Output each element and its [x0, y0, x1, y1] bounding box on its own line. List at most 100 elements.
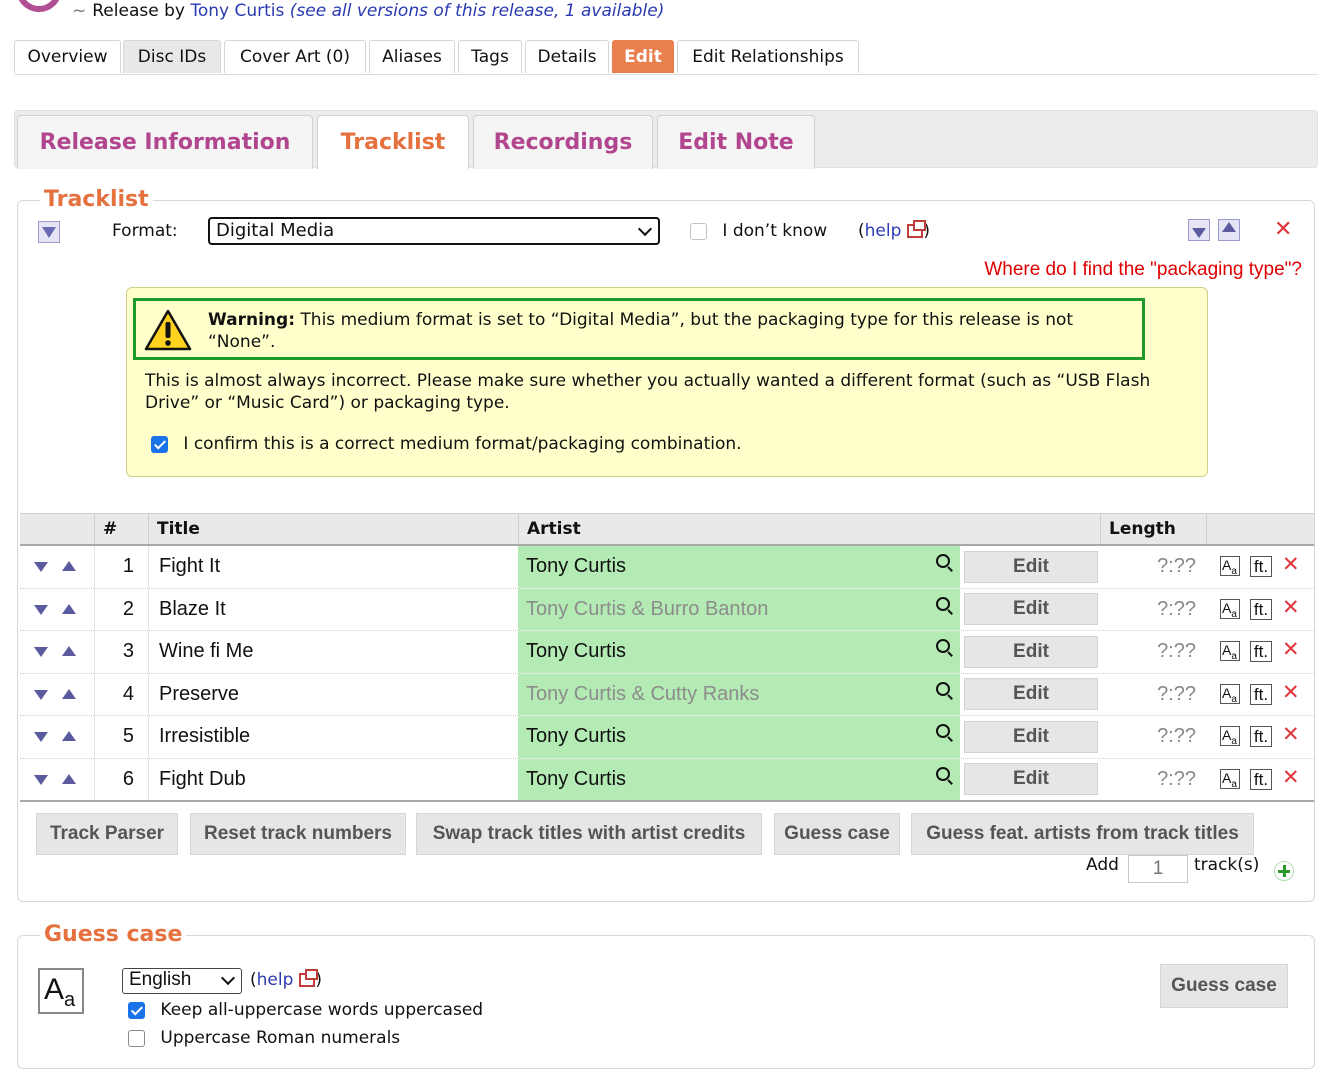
edit-artist-button[interactable]: Edit [964, 720, 1098, 753]
tab-cover-art[interactable]: Cover Art (0) [224, 40, 366, 73]
track-number[interactable]: 5 [94, 716, 148, 758]
language-select[interactable]: English [122, 968, 242, 994]
guess-feat-icon[interactable]: ft. [1250, 598, 1272, 620]
track-number[interactable]: 2 [94, 588, 148, 630]
confirm-checkbox[interactable] [151, 435, 168, 453]
reset-track-numbers-button[interactable]: Reset track numbers [190, 813, 406, 855]
tab-overview[interactable]: Overview [14, 40, 121, 73]
dont-know-option[interactable]: I don’t know [690, 221, 827, 241]
format-help-link[interactable]: help [865, 221, 902, 241]
tab-edit[interactable]: Edit [612, 40, 674, 73]
dont-know-checkbox[interactable] [690, 222, 707, 240]
track-title-input[interactable]: Preserve [148, 673, 518, 715]
move-track-down-icon[interactable] [34, 604, 48, 615]
edit-artist-button[interactable]: Edit [964, 678, 1098, 711]
move-track-up-icon[interactable] [62, 688, 76, 699]
move-track-up-icon[interactable] [62, 731, 76, 741]
search-icon[interactable] [936, 681, 950, 696]
uppercase-roman-checkbox[interactable] [128, 1029, 145, 1047]
move-medium-down-icon[interactable] [1188, 219, 1210, 241]
tab-details[interactable]: Details [525, 40, 609, 73]
guess-case-icon[interactable]: Aa [1220, 768, 1240, 789]
move-track-down-icon[interactable] [34, 562, 48, 572]
move-track-down-icon[interactable] [34, 732, 48, 742]
tab-release-information[interactable]: Release Information [17, 115, 313, 169]
guess-case-icon[interactable]: Aa [1220, 556, 1240, 577]
move-track-up-icon[interactable] [62, 603, 76, 614]
tab-disc-ids[interactable]: Disc IDs [123, 40, 221, 73]
edit-artist-button[interactable]: Edit [964, 763, 1098, 796]
guess-case-submit-button[interactable]: Guess case [1160, 964, 1288, 1008]
track-length-input[interactable]: ?:?? [1100, 674, 1206, 716]
track-number[interactable]: 4 [94, 673, 148, 715]
track-title-input[interactable]: Wine fi Me [148, 631, 518, 673]
tab-edit-note[interactable]: Edit Note [657, 115, 815, 169]
keep-uppercase-option[interactable]: Keep all-uppercase words uppercased [128, 1000, 483, 1020]
add-tracks-count-input[interactable]: 1 [1128, 855, 1188, 883]
add-tracks-icon[interactable] [1274, 861, 1294, 881]
guess-case-button[interactable]: Guess case [774, 813, 900, 855]
packaging-type-link[interactable]: Where do I find the "packaging type"? [984, 259, 1302, 281]
edit-artist-button[interactable]: Edit [964, 550, 1098, 583]
move-track-up-icon[interactable] [62, 561, 76, 571]
track-number[interactable]: 1 [94, 546, 148, 588]
guess-case-icon[interactable]: Aa [1220, 598, 1240, 619]
edit-artist-button[interactable]: Edit [964, 635, 1098, 668]
guess-case-icon[interactable]: Aa [1220, 641, 1240, 662]
remove-track-icon[interactable]: ✕ [1282, 595, 1300, 619]
guess-case-help-link[interactable]: help [257, 970, 294, 990]
guess-feat-icon[interactable]: ft. [1250, 556, 1272, 577]
track-number[interactable]: 6 [94, 758, 148, 800]
track-artist-input[interactable]: Tony Curtis & Burro Banton [518, 588, 960, 630]
track-length-input[interactable]: ?:?? [1100, 631, 1206, 673]
guess-feat-artists-button[interactable]: Guess feat. artists from track titles [911, 813, 1254, 855]
move-track-up-icon[interactable] [62, 646, 76, 656]
search-icon[interactable] [936, 554, 950, 568]
tab-tags[interactable]: Tags [458, 40, 522, 73]
swap-titles-button[interactable]: Swap track titles with artist credits [416, 813, 762, 855]
move-track-down-icon[interactable] [34, 647, 48, 657]
musicbrainz-logo-icon[interactable] [16, 0, 62, 12]
track-parser-button[interactable]: Track Parser [36, 813, 178, 855]
search-icon[interactable] [936, 596, 950, 611]
move-track-down-icon[interactable] [34, 689, 48, 700]
guess-feat-icon[interactable]: ft. [1250, 726, 1272, 747]
search-icon[interactable] [936, 639, 950, 653]
format-select[interactable]: Digital Media [208, 217, 660, 245]
remove-track-icon[interactable]: ✕ [1282, 680, 1300, 704]
guess-feat-icon[interactable]: ft. [1250, 683, 1272, 705]
track-length-input[interactable]: ?:?? [1100, 546, 1206, 588]
track-length-input[interactable]: ?:?? [1100, 716, 1206, 758]
uppercase-roman-option[interactable]: Uppercase Roman numerals [128, 1028, 400, 1048]
guess-case-icon[interactable]: Aa [1220, 726, 1240, 747]
move-track-down-icon[interactable] [34, 774, 48, 785]
move-track-up-icon[interactable] [62, 773, 76, 784]
track-length-input[interactable]: ?:?? [1100, 589, 1206, 631]
track-artist-input[interactable]: Tony Curtis & Cutty Ranks [518, 673, 960, 715]
versions-link[interactable]: (see all versions of this release, 1 ava… [290, 1, 665, 21]
remove-track-icon[interactable]: ✕ [1282, 552, 1300, 576]
tab-tracklist[interactable]: Tracklist [317, 115, 469, 169]
remove-track-icon[interactable]: ✕ [1282, 722, 1300, 746]
track-artist-input[interactable]: Tony Curtis [518, 716, 960, 758]
search-icon[interactable] [936, 766, 950, 781]
guess-feat-icon[interactable]: ft. [1250, 768, 1272, 790]
guess-feat-icon[interactable]: ft. [1250, 641, 1272, 662]
collapse-medium-icon[interactable] [38, 221, 60, 243]
edit-artist-button[interactable]: Edit [964, 593, 1098, 626]
track-artist-input[interactable]: Tony Curtis [518, 631, 960, 673]
artist-link[interactable]: Tony Curtis [190, 1, 284, 21]
track-number[interactable]: 3 [94, 631, 148, 673]
tab-recordings[interactable]: Recordings [473, 115, 653, 169]
remove-track-icon[interactable]: ✕ [1282, 765, 1300, 789]
remove-track-icon[interactable]: ✕ [1282, 637, 1300, 661]
search-icon[interactable] [936, 724, 950, 738]
remove-medium-icon[interactable]: ✕ [1274, 217, 1292, 242]
track-title-input[interactable]: Fight It [148, 546, 518, 588]
track-title-input[interactable]: Irresistible [148, 716, 518, 758]
track-length-input[interactable]: ?:?? [1100, 759, 1206, 801]
tab-aliases[interactable]: Aliases [369, 40, 455, 73]
guess-case-icon[interactable]: Aa [1220, 683, 1240, 704]
move-medium-up-icon[interactable] [1218, 219, 1240, 241]
track-title-input[interactable]: Blaze It [148, 588, 518, 630]
